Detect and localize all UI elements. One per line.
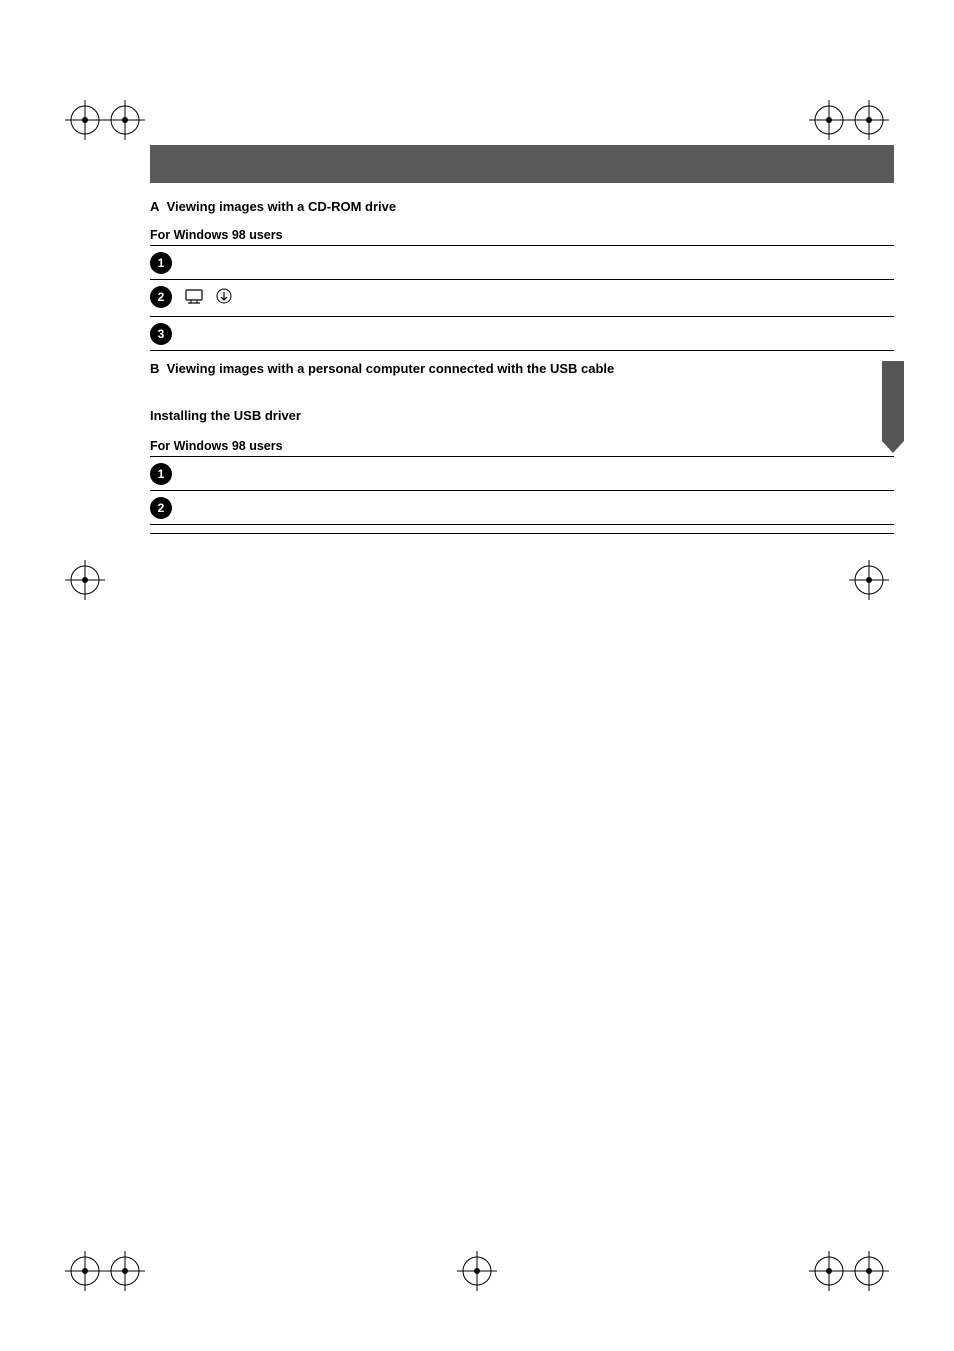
section-b-label: B <box>150 361 159 376</box>
section-a-heading: A Viewing images with a CD-ROM drive <box>150 199 894 214</box>
section-b-container: B Viewing images with a personal compute… <box>150 361 894 376</box>
side-tab <box>882 361 904 441</box>
section-b-heading: B Viewing images with a personal compute… <box>150 361 894 376</box>
usb-step-number-2: 2 <box>150 497 172 519</box>
step-2-content <box>180 285 894 311</box>
content-area: A Viewing images with a CD-ROM drive For… <box>150 145 894 534</box>
reg-mark-bl1 <box>65 1251 105 1291</box>
reg-mark-bl2 <box>105 1251 145 1291</box>
section-a-windows98-heading: For Windows 98 users <box>150 228 894 246</box>
reg-mark-tr2 <box>809 100 849 140</box>
usb-step-1: 1 <box>150 457 894 491</box>
reg-mark-ml <box>65 560 105 600</box>
reg-mark-mr <box>849 560 889 600</box>
step-3-content <box>180 322 894 324</box>
usb-step-2: 2 <box>150 491 894 525</box>
section-a-title: Viewing images with a CD-ROM drive <box>167 199 396 214</box>
usb-windows98-heading: For Windows 98 users <box>150 439 894 457</box>
usb-step-2-content <box>180 496 894 498</box>
section-a-step-1: 1 <box>150 246 894 280</box>
side-tab-arrow <box>882 441 904 453</box>
reg-mark-tl1 <box>65 100 105 140</box>
computer-icon <box>184 289 204 311</box>
section-a-step-2: 2 <box>150 280 894 317</box>
usb-heading: Installing the USB driver <box>150 408 894 423</box>
usb-step-1-content <box>180 462 894 464</box>
section-a-label: A <box>150 199 159 214</box>
step-number-3: 3 <box>150 323 172 345</box>
step-number-1: 1 <box>150 252 172 274</box>
reg-mark-tr1 <box>849 100 889 140</box>
header-bar <box>150 145 894 183</box>
install-icon <box>215 287 233 311</box>
reg-mark-br2 <box>809 1251 849 1291</box>
page: A Viewing images with a CD-ROM drive For… <box>0 0 954 1351</box>
reg-mark-tl2 <box>105 100 145 140</box>
usb-section: Installing the USB driver For Windows 98… <box>150 408 894 534</box>
section-b-title: Viewing images with a personal computer … <box>167 361 615 376</box>
bottom-separator <box>150 533 894 534</box>
usb-step-number-1: 1 <box>150 463 172 485</box>
step-number-2: 2 <box>150 286 172 308</box>
reg-mark-bc <box>457 1251 497 1291</box>
reg-mark-br1 <box>849 1251 889 1291</box>
section-a-step-3: 3 <box>150 317 894 351</box>
step-1-content <box>180 251 894 253</box>
